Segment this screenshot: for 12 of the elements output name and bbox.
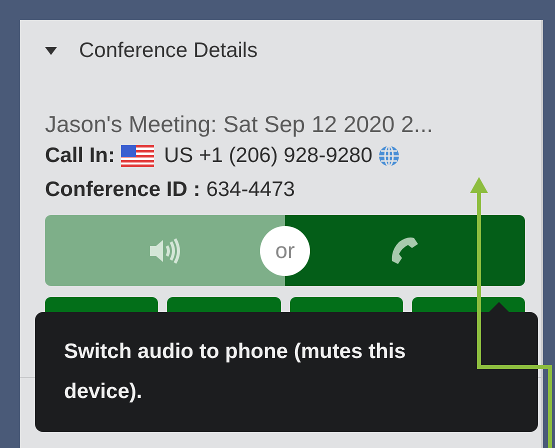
section-title[interactable]: Conference Details [79,39,258,63]
globe-icon[interactable] [378,145,400,167]
caret-icon[interactable] [45,47,57,55]
phone-icon [390,236,420,266]
meeting-title: Jason's Meeting: Sat Sep 12 2020 2... [45,110,434,139]
speaker-icon [148,236,182,264]
call-in-label: Call In: [45,144,116,168]
conference-id-label: Conference ID : [45,178,200,202]
tooltip-text: Switch audio to phone (mutes this device). [64,339,407,405]
flag-icon [121,145,154,167]
conference-id: 634-4473 [206,178,295,202]
phone-number: US +1 (206) 928-9280 [164,144,372,168]
